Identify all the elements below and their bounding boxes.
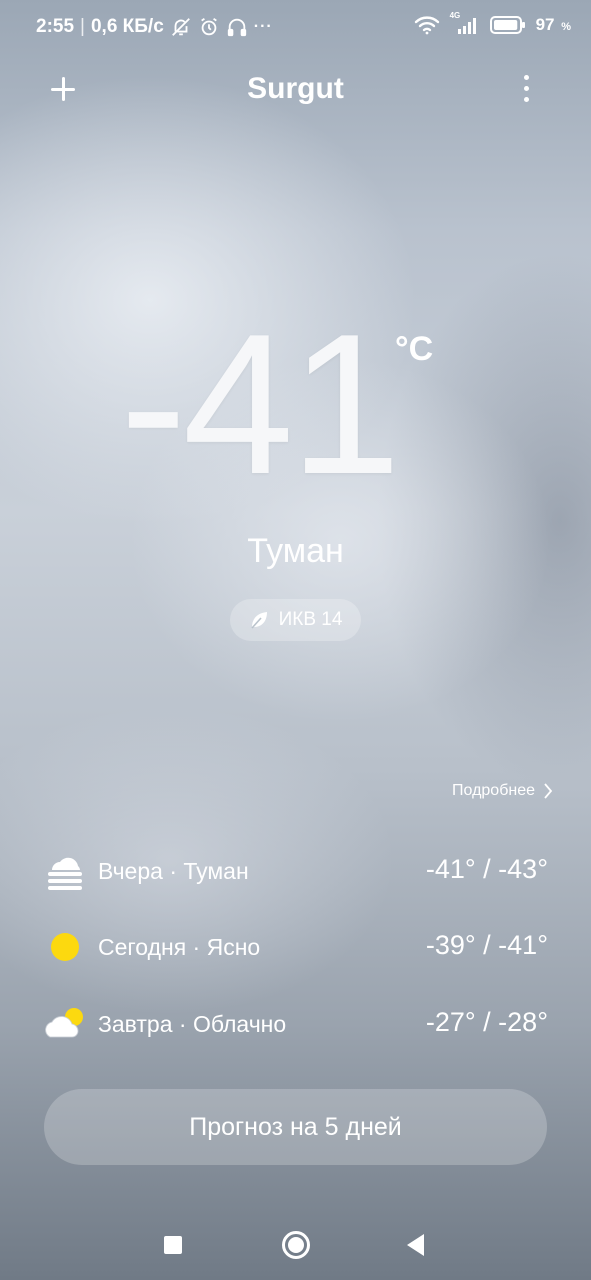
status-left: 2:55 | 0,6 КБ/с ··· xyxy=(36,16,273,38)
forecast-temps: -27° / -28° xyxy=(425,1007,548,1037)
five-day-forecast-label: Прогноз на 5 дней xyxy=(189,1112,402,1141)
home-icon[interactable] xyxy=(282,1231,310,1259)
aqi-label: ИКВ 14 xyxy=(278,609,343,630)
forecast-label: Сегодня · Ясно xyxy=(98,934,261,960)
top-bar: Surgut xyxy=(0,60,591,120)
status-right: 4G 97 % xyxy=(414,11,571,35)
cellular-signal-icon: 4G xyxy=(450,11,480,35)
five-day-forecast-button[interactable]: Прогноз на 5 дней xyxy=(44,1089,547,1165)
back-icon[interactable] xyxy=(407,1234,424,1256)
chevron-right-icon xyxy=(543,782,553,800)
navigation-bar xyxy=(0,1210,591,1280)
city-title: Surgut xyxy=(247,72,344,105)
recents-icon[interactable] xyxy=(164,1236,182,1254)
status-bar: 2:55 | 0,6 КБ/с ··· 4G 97 % xyxy=(0,0,591,54)
current-temperature: -41 xyxy=(120,293,401,516)
forecast-row-today[interactable]: Сегодня · Ясно -39° / -41° xyxy=(0,916,591,976)
battery-icon xyxy=(489,15,526,35)
partly-cloudy-icon xyxy=(44,1005,86,1043)
fog-icon xyxy=(44,852,86,890)
status-separator: | xyxy=(80,16,85,37)
network-type: 4G xyxy=(449,11,461,20)
battery-percent: 97 % xyxy=(535,15,571,34)
headphones-icon xyxy=(226,16,248,38)
more-status-indicator: ··· xyxy=(253,18,273,35)
more-vertical-icon xyxy=(524,75,529,80)
leaf-icon xyxy=(249,610,269,630)
forecast-label: Завтра · Облачно xyxy=(98,1011,287,1037)
details-link[interactable]: Подробнее xyxy=(452,782,553,800)
forecast-row-yesterday[interactable]: Вчера · Туман -41° / -43° xyxy=(0,840,591,900)
temperature-unit: °C xyxy=(395,330,434,368)
notifications-off-icon xyxy=(170,16,192,38)
current-condition: Туман xyxy=(247,532,344,570)
forecast-label: Вчера · Туман xyxy=(98,858,249,884)
alarm-icon xyxy=(198,16,220,38)
forecast-row-tomorrow[interactable]: Завтра · Облачно -27° / -28° xyxy=(0,993,591,1053)
status-time: 2:55 xyxy=(36,16,75,37)
forecast-temps: -41° / -43° xyxy=(425,854,548,884)
more-options-button[interactable] xyxy=(515,74,539,104)
forecast-temps: -39° / -41° xyxy=(425,930,548,960)
aqi-badge[interactable]: ИКВ 14 xyxy=(230,599,361,641)
sun-icon xyxy=(44,928,86,966)
wifi-icon xyxy=(414,15,440,35)
details-link-label: Подробнее xyxy=(452,782,535,799)
network-speed: 0,6 КБ/с xyxy=(90,16,164,37)
